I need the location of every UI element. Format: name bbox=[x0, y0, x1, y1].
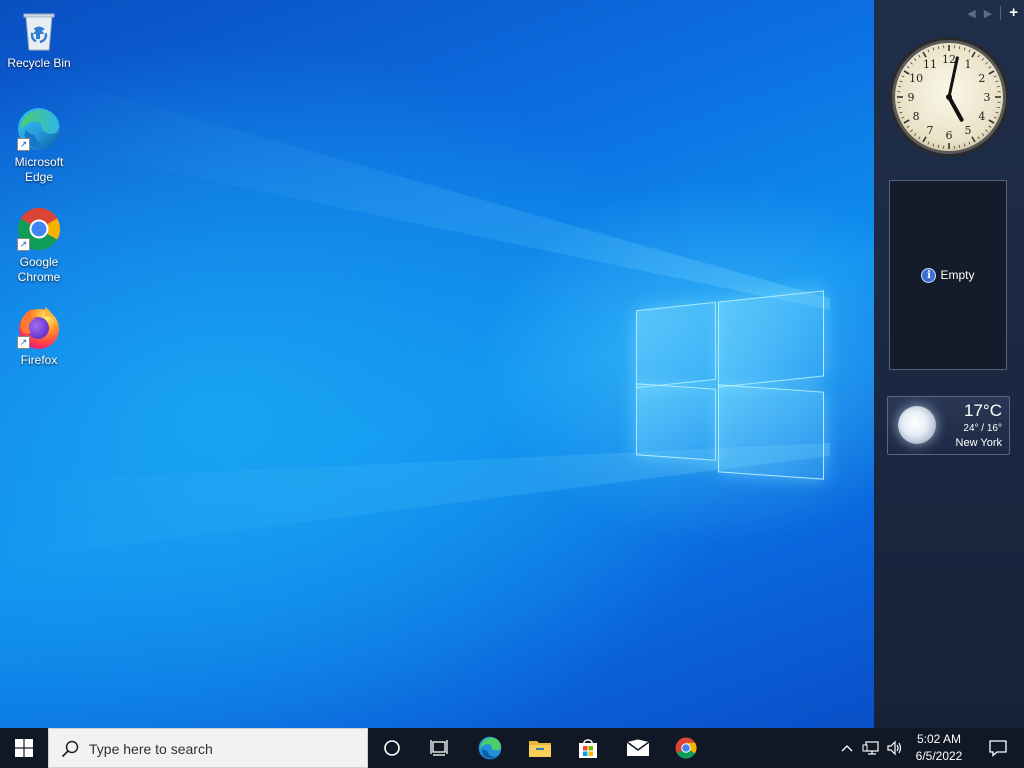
cortana-icon bbox=[384, 740, 400, 756]
analog-clock-face: 1234567891011 12 bbox=[889, 37, 1009, 157]
firefox-icon: ↗ bbox=[15, 303, 63, 351]
taskbar-chrome-button[interactable] bbox=[662, 728, 710, 768]
action-center-button[interactable] bbox=[974, 728, 1022, 768]
desktop-icon-recycle-bin[interactable]: Recycle Bin bbox=[1, 6, 77, 71]
folder-icon bbox=[529, 741, 551, 757]
taskbar-mail-button[interactable] bbox=[614, 728, 662, 768]
mail-icon bbox=[626, 739, 650, 756]
clock-gadget[interactable]: 1 2 3 4 5 6 7 8 9 10 11 12 bbox=[888, 36, 1010, 158]
task-view-icon bbox=[430, 740, 448, 756]
slideshow-empty-label: Empty bbox=[940, 268, 975, 282]
clock-numeral: 6 bbox=[946, 129, 953, 142]
desktop-icon-label: Firefox bbox=[20, 353, 58, 367]
search-icon bbox=[61, 740, 79, 758]
cortana-button[interactable] bbox=[368, 728, 416, 768]
clock-numeral: 4 bbox=[978, 110, 985, 123]
clock-numeral: 12 bbox=[942, 53, 956, 66]
chrome-icon: ↗ bbox=[15, 205, 63, 253]
weather-temperature: 17°C bbox=[964, 401, 1002, 420]
volume-icon bbox=[887, 740, 902, 756]
store-icon bbox=[579, 739, 597, 758]
clock-numeral: 2 bbox=[978, 72, 985, 85]
moon-icon bbox=[898, 406, 936, 444]
shortcut-arrow-icon: ↗ bbox=[17, 138, 30, 151]
clock-numeral: 1 bbox=[965, 58, 972, 71]
desktop-icon-edge[interactable]: ↗ Microsoft Edge bbox=[1, 105, 77, 185]
windows-logo-icon bbox=[15, 739, 33, 757]
volume-button[interactable] bbox=[884, 728, 906, 768]
slideshow-gadget[interactable]: i Empty bbox=[889, 180, 1007, 370]
show-hidden-icons-button[interactable] bbox=[836, 728, 858, 768]
search-placeholder: Type here to search bbox=[89, 741, 213, 757]
taskbar-time: 5:02 AM bbox=[916, 732, 962, 746]
network-button[interactable] bbox=[860, 728, 882, 768]
clock-numeral: 7 bbox=[927, 124, 934, 137]
taskbar-date: 6/5/2022 bbox=[915, 749, 963, 763]
clock-numeral: 8 bbox=[913, 110, 920, 123]
slideshow-status: i Empty bbox=[921, 267, 975, 283]
weather-gadget[interactable]: 17°C 24° / 16° New York bbox=[887, 396, 1010, 455]
desktop-icon-chrome[interactable]: ↗ Google Chrome bbox=[1, 205, 77, 285]
next-page-button[interactable]: ▶ bbox=[984, 7, 992, 20]
chrome-icon bbox=[675, 737, 697, 759]
taskbar-store-button[interactable] bbox=[564, 728, 612, 768]
weather-high-low: 24° / 16° bbox=[963, 423, 1002, 434]
edge-icon bbox=[478, 736, 502, 760]
taskbar-file-explorer-button[interactable] bbox=[516, 728, 564, 768]
notification-icon bbox=[989, 740, 1007, 757]
clock-numeral: 3 bbox=[984, 91, 991, 104]
add-gadget-button[interactable]: + bbox=[1000, 5, 1018, 20]
weather-city: New York bbox=[955, 437, 1002, 449]
taskbar: Type here to search 5:02 AM 6/5/2022 bbox=[0, 728, 1024, 768]
chevron-up-icon bbox=[841, 745, 853, 752]
search-box[interactable]: Type here to search bbox=[48, 728, 368, 768]
desktop-icon-label: Recycle Bin bbox=[7, 56, 71, 70]
shortcut-arrow-icon: ↗ bbox=[17, 336, 30, 349]
desktop-icon-label: Microsoft Edge bbox=[14, 155, 64, 184]
taskbar-clock[interactable]: 5:02 AM 6/5/2022 bbox=[910, 731, 968, 765]
wallpaper-light-beam bbox=[60, 80, 830, 310]
desktop-icon-label: Google Chrome bbox=[17, 255, 61, 284]
clock-numeral: 5 bbox=[965, 124, 972, 137]
network-icon bbox=[862, 741, 879, 755]
desktop-icon-firefox[interactable]: ↗ Firefox bbox=[1, 303, 77, 368]
taskbar-edge-button[interactable] bbox=[466, 728, 514, 768]
previous-page-button[interactable]: ◀ bbox=[967, 7, 975, 20]
desktop[interactable]: Recycle Bin ↗ Microsoft Edge ↗ Google Ch… bbox=[0, 0, 874, 728]
clock-numeral: 11 bbox=[923, 58, 937, 71]
start-button[interactable] bbox=[0, 728, 48, 768]
edge-icon: ↗ bbox=[15, 105, 63, 153]
clock-numeral: 9 bbox=[908, 91, 915, 104]
sidebar-nav: ◀ ▶ + bbox=[967, 5, 1018, 20]
shortcut-arrow-icon: ↗ bbox=[17, 238, 30, 251]
task-view-button[interactable] bbox=[416, 728, 464, 768]
clock-numeral: 10 bbox=[909, 72, 923, 85]
info-icon: i bbox=[921, 267, 937, 283]
recycle-bin-icon bbox=[15, 6, 63, 54]
windows-logo-wallpaper bbox=[636, 288, 824, 480]
